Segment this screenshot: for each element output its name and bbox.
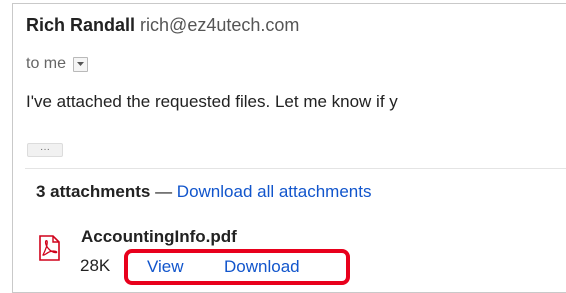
attachment-filesize: 28K [80,256,111,275]
sender-email[interactable]: rich@ez4utech.com [140,15,299,35]
recipient-details-dropdown[interactable] [73,56,89,72]
message-panel [12,3,566,293]
sender-name[interactable]: Rich Randall [26,15,135,35]
divider [25,168,566,169]
attachments-header: 3 attachments — Download all attachments [36,181,371,203]
recipient-row: to me [26,54,89,74]
attachment-filename[interactable]: AccountingInfo.pdf [81,227,237,247]
download-all-attachments-link[interactable]: Download all attachments [177,182,372,201]
message-body: I've attached the requested files. Let m… [26,92,398,111]
view-attachment-link[interactable]: View [147,257,184,277]
chevron-down-icon [77,62,85,66]
attachments-separator: — [155,182,177,201]
attachments-count: 3 attachments [36,182,151,201]
recipient-label: to me [26,55,67,72]
pdf-icon[interactable] [35,234,63,262]
show-trimmed-content-button[interactable]: ··· [27,143,63,157]
download-attachment-link[interactable]: Download [224,257,300,277]
sender-row: Rich Randall rich@ez4utech.com [26,14,299,36]
